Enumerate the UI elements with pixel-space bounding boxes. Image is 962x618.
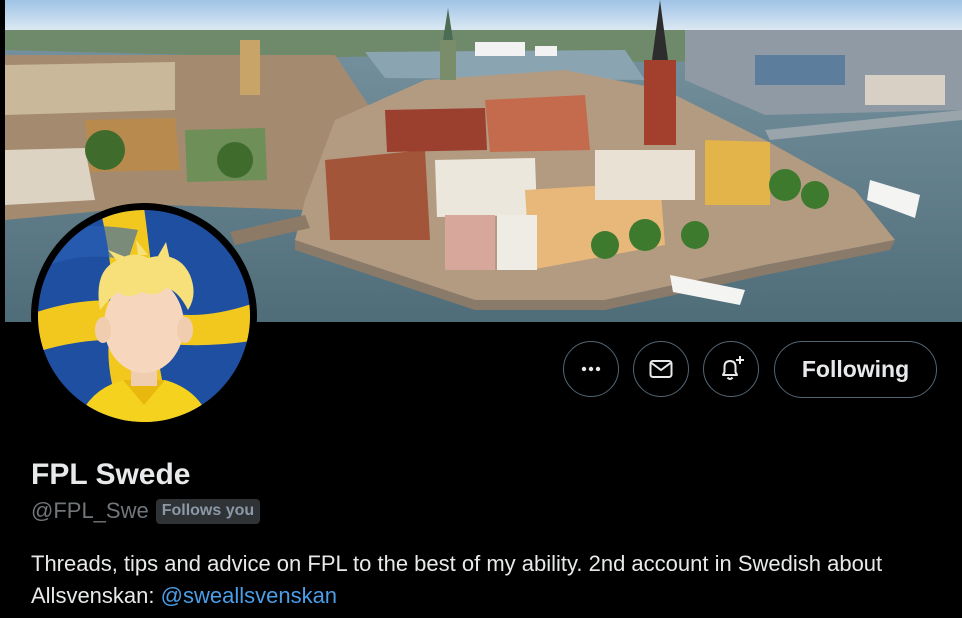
following-label: Following [801, 356, 910, 382]
following-button[interactable]: Following [774, 341, 937, 398]
avatar[interactable] [38, 210, 250, 422]
profile-bio: Threads, tips and advice on FPL to the b… [31, 548, 931, 612]
bio-mention-link[interactable]: @sweallsvenskan [161, 583, 337, 608]
notify-button[interactable] [703, 341, 759, 397]
message-button[interactable] [633, 341, 689, 397]
bio-text: Threads, tips and advice on FPL to the b… [31, 551, 883, 608]
more-options-button[interactable] [563, 341, 619, 397]
user-handle: @FPL_Swe [31, 498, 149, 523]
display-name: FPL Swede [31, 458, 191, 491]
ellipsis-icon [581, 366, 601, 372]
bell-plus-icon [722, 356, 744, 380]
follows-you-badge: Follows you [155, 498, 261, 524]
handle-row: @FPL_Swe Follows you [31, 498, 261, 524]
envelope-icon [649, 360, 673, 378]
